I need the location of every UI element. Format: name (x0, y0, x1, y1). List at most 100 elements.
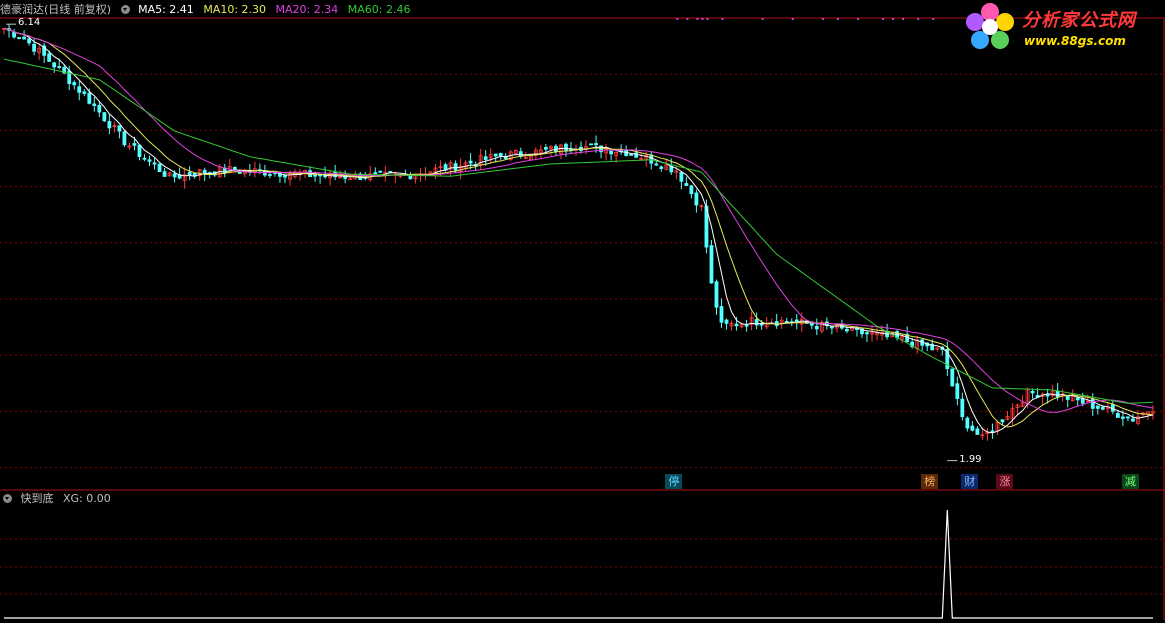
candle-body (498, 153, 503, 157)
candle-body (1090, 398, 1095, 409)
xg-line (4, 509, 1153, 619)
candle-body (92, 103, 97, 106)
signal-dot (917, 18, 920, 20)
logo-url: www.88gs.com (1024, 34, 1126, 48)
candle-body (77, 86, 82, 93)
candle-body (814, 325, 819, 330)
event-badge[interactable]: 财 (961, 474, 979, 489)
candle-body (1100, 406, 1105, 410)
ma20-line (3, 27, 1154, 413)
candle-body (659, 166, 664, 169)
candle-body (147, 159, 152, 162)
candle-body (102, 112, 107, 122)
signal-dot (932, 18, 935, 20)
candle-body (87, 92, 92, 104)
candle-body (694, 192, 699, 206)
candle-body (172, 173, 177, 178)
signal-dot (706, 18, 709, 20)
candle-body (137, 144, 142, 157)
candle-body (965, 417, 970, 429)
candle-body (263, 170, 267, 176)
candle-body (1131, 418, 1135, 422)
indicator-name: 快到底 (20, 492, 54, 505)
event-badge[interactable]: 涨 (996, 474, 1014, 489)
candle-body (714, 281, 719, 308)
candle-body (1055, 390, 1060, 398)
candle-body (684, 183, 689, 186)
candle-body (468, 160, 473, 164)
chevron-down-icon[interactable] (120, 5, 130, 14)
candle-body (17, 37, 21, 39)
chart-stage[interactable]: 德豪润达(日线 前复权) MA5: 2.41 MA10: 2.30 MA20: … (0, 0, 1165, 620)
indicator-value: XG: 0.00 (63, 492, 111, 505)
candle-body (724, 319, 729, 324)
candle-body (453, 163, 458, 171)
signal-dot (761, 18, 764, 20)
candle-body (378, 170, 383, 173)
candle-body (609, 150, 614, 155)
candle-body (132, 143, 137, 146)
signal-dot (696, 18, 699, 20)
candle-body (117, 125, 122, 132)
brand-logo: 分析家公式网 www.88gs.com (962, 0, 1162, 56)
candle-body (518, 151, 523, 157)
candle-body (27, 38, 31, 44)
candle-body (52, 62, 57, 68)
ma5-label: MA5: 2.41 (138, 3, 194, 16)
candle-body (187, 172, 192, 176)
candle-body (1045, 394, 1050, 397)
ma5-line (3, 27, 1154, 434)
candle-body (152, 162, 157, 165)
candle-body (1126, 416, 1130, 419)
candle-body (719, 306, 724, 323)
signal-dot (721, 18, 724, 20)
ma10-line (3, 27, 1154, 428)
candle-body (47, 53, 52, 62)
signal-dot (892, 18, 895, 20)
candle-body (157, 163, 162, 172)
kline-chart-svg[interactable] (0, 0, 1165, 620)
candle-body (72, 82, 77, 86)
flower-logo-icon (966, 3, 1014, 49)
candle-body (22, 36, 26, 40)
candle-body (829, 326, 834, 329)
candle-body (950, 368, 955, 387)
stock-title: 德豪润达(日线 前复权) (0, 3, 112, 16)
candle-body (975, 428, 980, 435)
candle-body (624, 150, 629, 157)
ma60-line (3, 58, 1154, 404)
candle-body (82, 91, 87, 94)
candle-body (122, 131, 127, 146)
event-badge[interactable]: 榜 (921, 474, 939, 489)
signal-dot (856, 18, 859, 20)
candle-body (1000, 419, 1005, 423)
candle-body (589, 143, 593, 146)
candle-body (689, 185, 694, 195)
signal-dot (676, 18, 679, 20)
signal-dot (902, 18, 905, 20)
candle-body (955, 383, 960, 399)
candle-body (1115, 413, 1120, 418)
candle-body (845, 328, 849, 332)
signal-dot (701, 18, 704, 20)
candle-body (794, 319, 799, 323)
signal-dot (791, 18, 794, 20)
candle-body (1095, 405, 1100, 409)
low-price-label: 1.99 (959, 453, 982, 465)
logo-title: 分析家公式网 (1022, 10, 1136, 31)
candle-body (97, 104, 102, 113)
candle-body (483, 156, 488, 160)
main-panel-header: 德豪润达(日线 前复权) MA5: 2.41 MA10: 2.30 MA20: … (0, 1, 416, 19)
candle-body (654, 163, 659, 166)
chevron-down-icon[interactable] (3, 494, 12, 503)
candle-body (960, 398, 965, 418)
candle-body (564, 143, 568, 151)
candle-body (679, 172, 684, 182)
candle-body (107, 121, 112, 129)
candle-body (594, 143, 598, 146)
candle-body (629, 154, 634, 156)
signal-dot (836, 18, 839, 20)
event-badge[interactable]: 减 (1121, 474, 1139, 489)
event-badge[interactable]: 停 (665, 474, 683, 489)
candle-body (283, 174, 287, 178)
